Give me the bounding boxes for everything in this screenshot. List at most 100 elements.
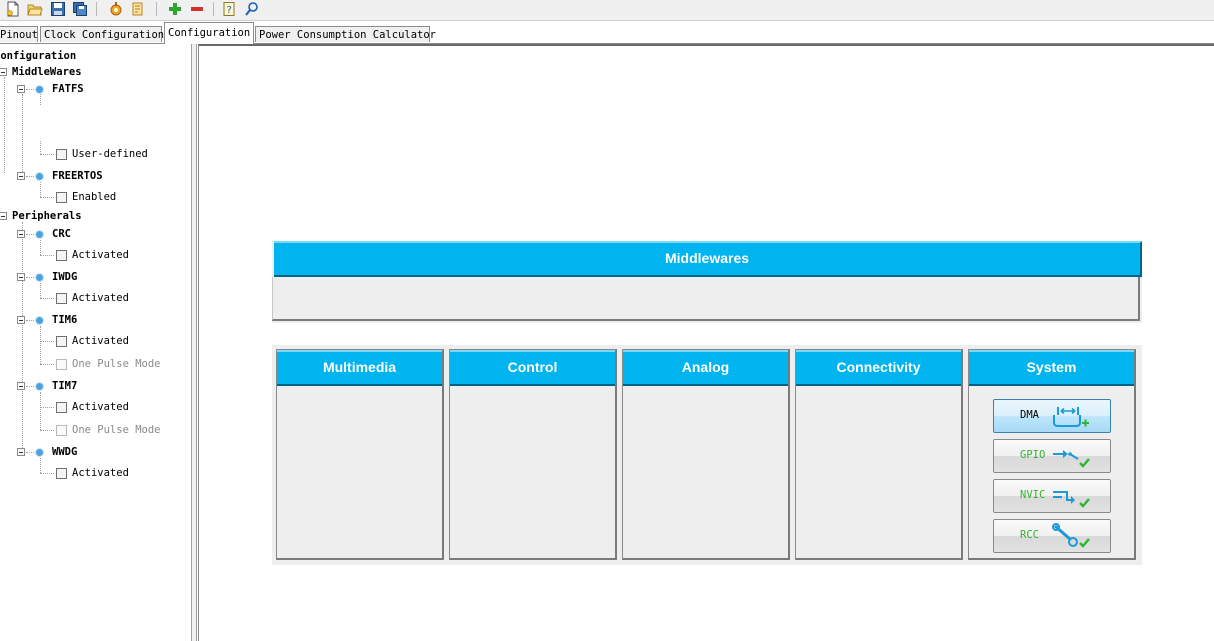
rcc-button[interactable]: RCC (993, 519, 1111, 553)
gpio-button[interactable]: GPIO (993, 439, 1111, 473)
category-control: Control (449, 349, 617, 560)
zoom-out-icon[interactable] (189, 1, 205, 17)
tree-group-middlewares[interactable]: MiddleWares (12, 66, 82, 79)
zoom-in-icon[interactable] (167, 1, 183, 17)
tree-line (22, 222, 23, 448)
tree-line (26, 320, 34, 321)
dma-icon (1053, 407, 1089, 427)
tree-line (40, 182, 41, 197)
tree-line (40, 458, 41, 473)
component-icon (35, 85, 44, 94)
connectivity-header[interactable]: Connectivity (796, 350, 961, 386)
save-as-icon[interactable] (72, 1, 88, 17)
configuration-tree: Configuration MiddleWares FATFS User-def… (0, 44, 192, 641)
toolbar-separator (213, 2, 214, 16)
iwdg-activated-label: Activated (72, 292, 129, 304)
wwdg-activated-label: Activated (72, 467, 129, 479)
tree-expander-tim7[interactable] (17, 382, 25, 390)
tree-line (26, 386, 34, 387)
tree-line (40, 94, 41, 105)
tab-configuration[interactable]: Configuration (164, 22, 254, 44)
middlewares-header: Middlewares (274, 241, 1142, 277)
nvic-button-label: NVIC (1020, 489, 1046, 501)
tree-line (40, 407, 54, 408)
toolbar-separator (96, 2, 97, 16)
component-icon (35, 448, 44, 457)
tab-power-consumption-calculator[interactable]: Power Consumption Calculator (255, 26, 436, 42)
rcc-icon (1052, 523, 1090, 548)
dma-button[interactable]: DMA (993, 399, 1111, 433)
tim6-activated-label: Activated (72, 335, 129, 347)
user-defined-label: User-defined (72, 148, 148, 160)
gpio-button-label: GPIO (1020, 449, 1046, 461)
component-icon (35, 172, 44, 181)
tree-line (26, 452, 34, 453)
tree-item-tim7[interactable]: TIM7 (52, 380, 77, 393)
component-icon (35, 273, 44, 282)
tim6-activated-checkbox[interactable] (56, 336, 67, 347)
user-defined-checkbox[interactable] (56, 149, 67, 160)
tree-expander-freertos[interactable] (17, 172, 25, 180)
category-connectivity: Connectivity (795, 349, 963, 560)
tree-line (40, 364, 54, 365)
wwdg-activated-checkbox[interactable] (56, 468, 67, 479)
categories-panel: Multimedia Control Analog Connectivity S… (272, 345, 1142, 565)
control-header[interactable]: Control (450, 350, 615, 386)
tab-clock-configuration[interactable]: Clock Configuration (40, 26, 164, 42)
tree-line (40, 341, 54, 342)
generate-code-icon[interactable] (108, 1, 124, 17)
tree-item-iwdg[interactable]: IWDG (52, 271, 77, 284)
enabled-label: Enabled (72, 191, 117, 203)
tim7-activated-checkbox[interactable] (56, 402, 67, 413)
crc-activated-checkbox[interactable] (56, 250, 67, 261)
pane-splitter[interactable] (192, 44, 197, 641)
tree-item-fatfs[interactable]: FATFS (52, 83, 84, 96)
tree-expander-fatfs[interactable] (17, 85, 25, 93)
tree-item-wwdg[interactable]: WWDG (52, 446, 77, 459)
tim6-one-pulse-label: One Pulse Mode (72, 358, 161, 370)
analog-header[interactable]: Analog (623, 350, 788, 386)
tree-expander-crc[interactable] (17, 230, 25, 238)
enabled-checkbox[interactable] (56, 192, 67, 203)
tree-line (40, 392, 41, 430)
help-icon[interactable]: ? (222, 1, 238, 17)
tim7-activated-label: Activated (72, 401, 129, 413)
configuration-canvas: Middlewares Multimedia Control Analog Co… (198, 44, 1214, 641)
tree-line (26, 89, 34, 90)
save-icon[interactable] (50, 1, 66, 17)
iwdg-activated-checkbox[interactable] (56, 293, 67, 304)
tree-line (40, 298, 54, 299)
tree-expander-tim6[interactable] (17, 316, 25, 324)
view-tabs: Pinout Clock Configuration Configuration… (0, 21, 1214, 44)
tree-expander-iwdg[interactable] (17, 273, 25, 281)
tree-expander-peripherals[interactable] (0, 212, 7, 220)
tree-line (40, 255, 54, 256)
tim7-one-pulse-label: One Pulse Mode (72, 424, 161, 436)
tree-root-label: Configuration (0, 50, 77, 62)
multimedia-header[interactable]: Multimedia (277, 350, 442, 386)
about-icon[interactable] (244, 1, 260, 17)
tree-line (40, 473, 54, 474)
crc-activated-label: Activated (72, 249, 129, 261)
tree-line (26, 176, 34, 177)
tree-line (4, 77, 5, 173)
tree-item-crc[interactable]: CRC (52, 228, 71, 241)
open-icon[interactable] (27, 1, 43, 17)
tim7-one-pulse-checkbox[interactable] (56, 425, 67, 436)
middlewares-content (272, 277, 1140, 321)
tree-item-tim6[interactable]: TIM6 (52, 314, 77, 327)
generate-report-icon[interactable] (130, 1, 146, 17)
tab-pinout[interactable]: Pinout (0, 26, 38, 42)
tree-item-freertos[interactable]: FREERTOS (52, 170, 103, 183)
tree-expander-middlewares[interactable] (0, 68, 7, 76)
nvic-icon (1053, 491, 1090, 508)
dma-button-label: DMA (1020, 409, 1039, 421)
system-header[interactable]: System (969, 350, 1134, 386)
tree-line (26, 277, 34, 278)
category-system: System DMA GPIO NVIC RCC (968, 349, 1136, 560)
tim6-one-pulse-checkbox[interactable] (56, 359, 67, 370)
nvic-button[interactable]: NVIC (993, 479, 1111, 513)
toolbar-separator (156, 2, 157, 16)
tree-expander-wwdg[interactable] (17, 448, 25, 456)
new-project-icon[interactable] (5, 1, 21, 17)
